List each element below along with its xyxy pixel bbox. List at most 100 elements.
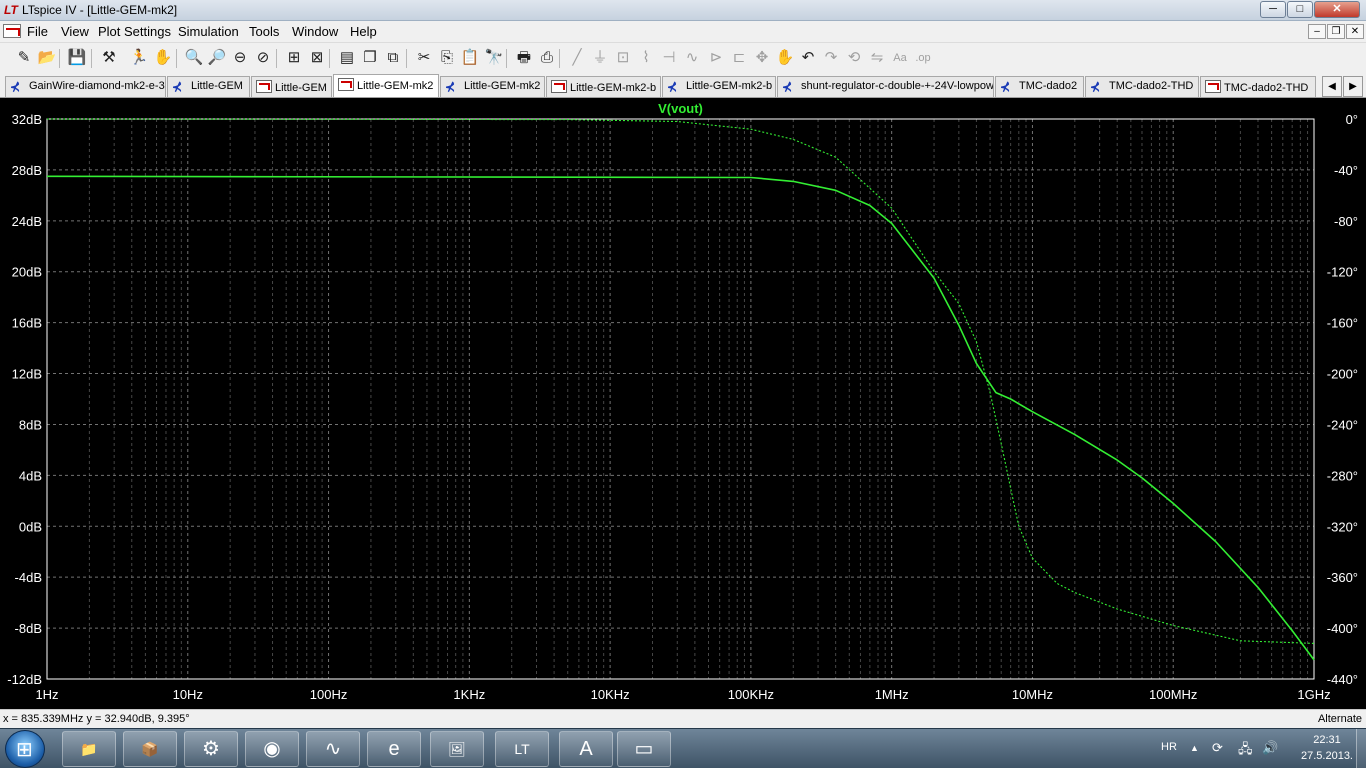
trace-title: V(vout) xyxy=(658,101,703,116)
new-schematic-icon[interactable]: ✎ xyxy=(14,48,34,68)
ie-app-icon[interactable]: e xyxy=(367,731,421,767)
wire-icon[interactable]: ╱ xyxy=(567,48,587,68)
y-tick-label: 4dB xyxy=(19,468,42,483)
tab-little-gem-schematic[interactable]: ⊀ Little-GEM xyxy=(167,76,250,97)
window-title: LTspice IV - [Little-GEM-mk2] xyxy=(22,3,178,17)
explorer-app-icon[interactable]: 📁 xyxy=(62,731,116,767)
tab-little-gem-mk2-b-schematic[interactable]: ⊀ Little-GEM-mk2-b xyxy=(662,76,776,97)
menu-view[interactable]: View xyxy=(61,24,89,39)
x-tick-label: 1KHz xyxy=(453,687,485,702)
menu-simulation[interactable]: Simulation xyxy=(178,24,239,39)
ltspice-app-icon[interactable]: LT xyxy=(495,731,549,767)
start-button[interactable] xyxy=(5,730,45,768)
sync-icon[interactable]: ⟳ xyxy=(1212,740,1223,756)
tile-horizontal-icon[interactable]: ▤ xyxy=(337,48,357,68)
security-app-icon[interactable]: ◉ xyxy=(245,731,299,767)
zoom-area-icon[interactable]: 🔎 xyxy=(207,48,227,68)
clock-date[interactable]: 27.5.2013. xyxy=(1297,750,1357,762)
mdi-minimize-button[interactable]: – xyxy=(1308,24,1326,39)
mdi-close-button[interactable]: ✕ xyxy=(1346,24,1364,39)
tab-label: Little-GEM xyxy=(191,80,243,92)
tab-gainwire-diamond-mk2-e-3-schematic[interactable]: ⊀ GainWire-diamond-mk2-e-3 xyxy=(5,76,166,97)
menu-file[interactable]: File xyxy=(27,24,48,39)
menu-window[interactable]: Window xyxy=(292,24,338,39)
close-all-icon[interactable]: ⧉ xyxy=(383,48,403,68)
inductor-icon[interactable]: ∿ xyxy=(682,48,702,68)
x-tick-label: 100MHz xyxy=(1149,687,1197,702)
tab-little-gem-mk2-b-waveform[interactable]: Little-GEM-mk2-b xyxy=(546,76,661,97)
tab-label: Little-GEM-mk2 xyxy=(357,80,434,92)
show-desktop-button[interactable] xyxy=(1356,729,1366,769)
diode-icon[interactable]: ⊳ xyxy=(706,48,726,68)
spice-directive-icon[interactable]: .op xyxy=(913,48,933,68)
tab-scroll-right-button[interactable]: ▶ xyxy=(1343,76,1363,97)
oscilloscope-app-icon[interactable]: ∿ xyxy=(306,731,360,767)
menu-help[interactable]: Help xyxy=(350,24,377,39)
tab-label: Little-GEM-mk2-b xyxy=(686,80,773,92)
tab-scroll-left-button[interactable]: ◀ xyxy=(1322,76,1342,97)
phase-trace xyxy=(46,118,1315,644)
zoom-out-icon[interactable]: ⊖ xyxy=(230,48,250,68)
tab-little-gem-mk2-schematic[interactable]: ⊀ Little-GEM-mk2 xyxy=(440,76,545,97)
ltspice-logo-icon: LT xyxy=(4,3,18,17)
notes-app-icon[interactable]: ▭ xyxy=(617,731,671,767)
rotate-icon[interactable]: ⟲ xyxy=(844,48,864,68)
zoom-in-icon[interactable]: 🔍 xyxy=(184,48,204,68)
run-icon[interactable]: 🏃 xyxy=(129,48,149,68)
toolbar-separator xyxy=(406,49,407,68)
paste-icon[interactable]: 📋 xyxy=(460,48,480,68)
utility-app-icon[interactable]: ⚙ xyxy=(184,731,238,767)
control-panel-icon[interactable]: ⚒ xyxy=(99,48,119,68)
clock-time[interactable]: 22:31 xyxy=(1297,734,1357,746)
label-icon[interactable]: ⊡ xyxy=(613,48,633,68)
gallery-app-icon[interactable]: 🖼 xyxy=(430,731,484,767)
save-icon[interactable]: 💾 xyxy=(67,48,87,68)
document-waveform-icon[interactable] xyxy=(3,24,21,38)
show-hidden-icon[interactable]: ▲ xyxy=(1190,743,1199,753)
autorange-icon[interactable]: ⊞ xyxy=(284,48,304,68)
zoom-cancel-icon[interactable]: ⊘ xyxy=(253,48,273,68)
print-setup-icon[interactable]: 🖶 xyxy=(514,48,534,68)
text-icon[interactable]: Aa xyxy=(890,48,910,68)
installer-app-icon[interactable]: 📦 xyxy=(123,731,177,767)
capacitor-icon[interactable]: ⊣ xyxy=(659,48,679,68)
status-bar: x = 835.339MHz y = 32.940dB, 9.395° Alte… xyxy=(0,709,1366,728)
cut-icon[interactable]: ✂ xyxy=(414,48,434,68)
waveform-plot-pane[interactable]: 1Hz 10Hz 100Hz 1KHz 10KHz 100KHz 1MHz 10MHz 100M… xyxy=(0,98,1366,709)
menu-plot-settings[interactable]: Plot Settings xyxy=(98,24,171,39)
close-button[interactable]: ✕ xyxy=(1314,1,1360,18)
minimize-button[interactable]: ─ xyxy=(1260,1,1286,18)
ground-icon[interactable]: ⏚ xyxy=(590,48,610,68)
tab-tmc-dado2-thd-schematic[interactable]: ⊀ TMC-dado2-THD xyxy=(1085,76,1199,97)
network-icon[interactable]: 🖧 xyxy=(1238,740,1253,762)
resistor-icon[interactable]: ⌇ xyxy=(636,48,656,68)
tab-little-gem-waveform[interactable]: Little-GEM xyxy=(251,76,332,97)
wordpad-app-icon[interactable]: A xyxy=(559,731,613,767)
find-icon[interactable]: 🔭 xyxy=(484,48,504,68)
open-icon[interactable]: 📂 xyxy=(37,48,57,68)
tab-little-gem-mk2-waveform[interactable]: Little-GEM-mk2 xyxy=(333,74,439,97)
menu-tools[interactable]: Tools xyxy=(249,24,279,39)
component-icon[interactable]: ⊏ xyxy=(729,48,749,68)
volume-icon[interactable]: 🔊 xyxy=(1262,740,1278,756)
language-indicator[interactable]: HR xyxy=(1161,741,1177,753)
maximize-button[interactable]: □ xyxy=(1287,1,1313,18)
bode-plot[interactable]: 1Hz 10Hz 100Hz 1KHz 10KHz 100KHz 1MHz 10MHz 100M… xyxy=(0,98,1366,709)
menu-bar: File View Plot Settings Simulation Tools… xyxy=(0,21,1366,42)
mdi-restore-button[interactable]: ❐ xyxy=(1327,24,1345,39)
pan-icon[interactable]: ✋ xyxy=(153,48,173,68)
cascade-icon[interactable]: ❐ xyxy=(360,48,380,68)
redo-icon[interactable]: ↷ xyxy=(821,48,841,68)
print-icon[interactable]: ⎙ xyxy=(537,48,557,68)
undo-icon[interactable]: ↶ xyxy=(798,48,818,68)
copy-icon[interactable]: ⎘ xyxy=(437,48,457,68)
tab-label: TMC-dado2 xyxy=(1019,80,1078,92)
x-tick-label: 10KHz xyxy=(591,687,630,702)
tab-tmc-dado2-schematic[interactable]: ⊀ TMC-dado2 xyxy=(995,76,1084,97)
fft-icon[interactable]: ⊠ xyxy=(307,48,327,68)
move-icon[interactable]: ✥ xyxy=(752,48,772,68)
mirror-icon[interactable]: ⇋ xyxy=(867,48,887,68)
drag-icon[interactable]: ✋ xyxy=(775,48,795,68)
tab-tmc-dado2-thd-waveform[interactable]: TMC-dado2-THD xyxy=(1200,76,1316,97)
tab-shunt-regulator-c-double-24v-lowpow-schematic[interactable]: ⊀ shunt-regulator-c-double-+-24V-lowpow xyxy=(777,76,994,97)
